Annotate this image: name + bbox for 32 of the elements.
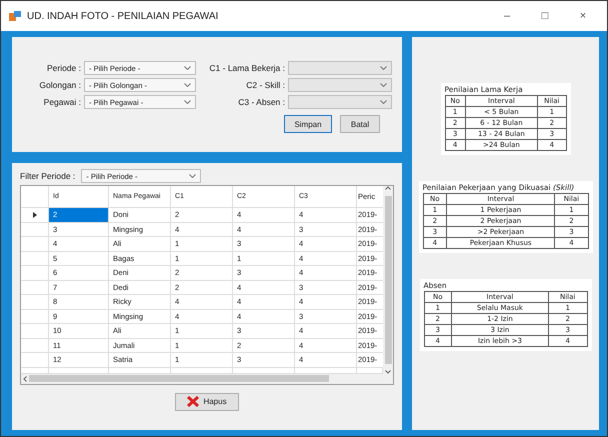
- window-control[interactable]: □: [529, 10, 561, 22]
- chevron-down-icon: [380, 66, 387, 70]
- field-label: Golongan :: [38, 80, 82, 90]
- field-label: Pegawai :: [42, 97, 82, 107]
- chevron-down-icon: [184, 66, 191, 70]
- chevron-down-icon: [380, 100, 387, 104]
- delete-button[interactable]: Hapus: [175, 392, 239, 410]
- window-control[interactable]: ×: [567, 10, 599, 22]
- chevron-down-icon: [184, 100, 191, 104]
- chevron-down-icon: [184, 83, 191, 87]
- app-icon: [9, 11, 21, 21]
- scroll-up-icon[interactable]: [385, 186, 391, 190]
- window-title: UD. INDAH FOTO - PENILAIAN PEGAWAI: [27, 10, 220, 22]
- field-label: C1 - Lama Bekerja :: [208, 63, 286, 73]
- filter-label: Filter Periode :: [20, 171, 76, 181]
- scroll-left-icon[interactable]: [23, 376, 27, 382]
- field-label: C3 - Absen :: [237, 97, 286, 107]
- chevron-down-icon: [189, 174, 196, 178]
- dropdown[interactable]: [288, 78, 392, 92]
- field-label: C2 - Skill :: [245, 80, 286, 90]
- scroll-down-icon[interactable]: [385, 370, 391, 374]
- form-button[interactable]: Simpan: [284, 115, 332, 133]
- form-button[interactable]: Batal: [340, 115, 380, 133]
- field-label: Periode :: [46, 63, 82, 73]
- dropdown[interactable]: [288, 61, 392, 75]
- row-pointer-icon: [32, 212, 36, 218]
- horizontal-scrollbar[interactable]: [21, 374, 393, 384]
- window-control[interactable]: –: [491, 10, 523, 22]
- dropdown[interactable]: [288, 95, 392, 109]
- delete-icon: [187, 396, 200, 407]
- vertical-scrollbar[interactable]: [383, 186, 393, 374]
- chevron-down-icon: [380, 83, 387, 87]
